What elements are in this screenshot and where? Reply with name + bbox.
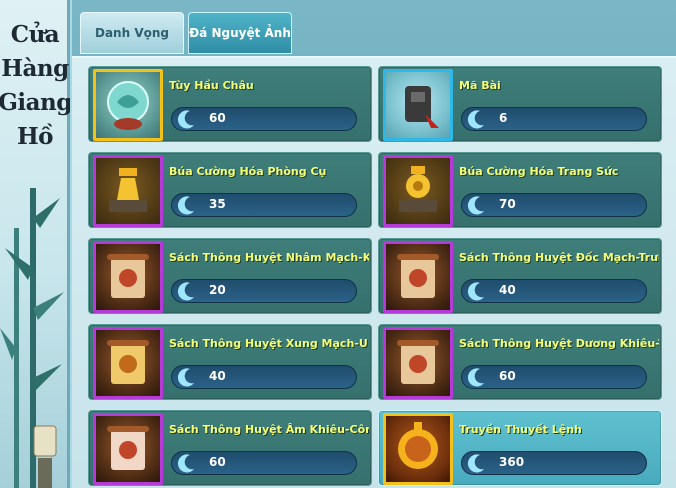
scroll-icon	[383, 241, 453, 313]
tassel-token-icon	[383, 69, 453, 141]
tab-da-nguyet-anh[interactable]: Đá Nguyệt Ảnh	[188, 12, 292, 54]
shop-item-card[interactable]: Tùy Hầu Châu 60	[88, 66, 372, 142]
item-price: 40	[499, 283, 516, 297]
jade-orb-icon	[93, 69, 163, 141]
shop-item-card[interactable]: Búa Cường Hóa Phòng Cụ 35	[88, 152, 372, 228]
item-name: Mã Bài	[459, 79, 501, 92]
item-price: 6	[499, 111, 508, 125]
scroll-icon	[93, 241, 163, 313]
item-name: Sách Thông Huyệt Xung Mạch-U Môn	[169, 337, 369, 350]
moon-stone-icon	[463, 191, 489, 219]
item-name: Sách Thông Huyệt Đốc Mạch-Trường C	[459, 251, 659, 264]
shop-item-card[interactable]: Búa Cường Hóa Trang Sức 70	[378, 152, 662, 228]
item-price: 35	[209, 197, 226, 211]
scroll-icon	[383, 327, 453, 399]
moon-stone-icon	[173, 191, 199, 219]
shop-title-line: Hàng	[1, 55, 69, 82]
shop-item-card[interactable]: Sách Thông Huyệt Xung Mạch-U Môn 40	[88, 324, 372, 400]
scroll-icon	[93, 327, 163, 399]
shop-item-card[interactable]: Sách Thông Huyệt Đốc Mạch-Trường C 40	[378, 238, 662, 314]
item-name: Sách Thông Huyệt Âm Khiêu-Công Tôn	[169, 423, 369, 436]
jewelry-enhance-hammer-icon	[383, 155, 453, 227]
tab-bar: Danh Vọng Đá Nguyệt Ảnh	[80, 12, 292, 56]
item-name: Sách Thông Huyệt Nhâm Mạch-Khúc C	[169, 251, 369, 264]
moon-stone-icon	[173, 363, 199, 391]
moon-stone-icon	[173, 105, 199, 133]
moon-stone-icon	[463, 449, 489, 477]
bamboo-decoration-icon	[0, 188, 64, 488]
shop-title-line: Hồ	[16, 123, 54, 150]
item-list-panel: Tùy Hầu Châu 60 Mã Bài 6 Búa Cường Hóa P…	[72, 56, 676, 488]
moon-stone-icon	[463, 363, 489, 391]
moon-stone-icon	[173, 277, 199, 305]
side-title-panel: Cửa Hàng Giang Hồ	[0, 0, 72, 488]
item-name: Búa Cường Hóa Phòng Cụ	[169, 165, 327, 178]
item-price: 40	[209, 369, 226, 383]
legend-token-icon	[383, 413, 453, 485]
shop-item-card[interactable]: Sách Thông Huyệt Dương Khiêu-Tình M 60	[378, 324, 662, 400]
item-name: Búa Cường Hóa Trang Sức	[459, 165, 619, 178]
item-price: 60	[499, 369, 516, 383]
shop-frame: Danh Vọng Đá Nguyệt Ảnh Tùy Hầu Châu 60 …	[70, 0, 676, 488]
shop-item-card[interactable]: Mã Bài 6	[378, 66, 662, 142]
item-name: Tùy Hầu Châu	[169, 79, 254, 92]
item-price: 60	[209, 455, 226, 469]
shop-title-line: Cửa	[10, 21, 60, 48]
tab-danh-vong[interactable]: Danh Vọng	[80, 12, 184, 54]
moon-stone-icon	[173, 449, 199, 477]
item-name: Truyền Thuyết Lệnh	[459, 423, 582, 436]
shop-title: Cửa Hàng Giang Hồ	[0, 18, 72, 154]
armor-enhance-hammer-icon	[93, 155, 163, 227]
item-price: 20	[209, 283, 226, 297]
item-price: 60	[209, 111, 226, 125]
shop-item-card[interactable]: Truyền Thuyết Lệnh 360	[378, 410, 662, 486]
moon-stone-icon	[463, 105, 489, 133]
item-price: 360	[499, 455, 525, 469]
moon-stone-icon	[463, 277, 489, 305]
item-price: 70	[499, 197, 516, 211]
shop-title-line: Giang	[0, 89, 72, 116]
shop-item-card[interactable]: Sách Thông Huyệt Nhâm Mạch-Khúc C 20	[88, 238, 372, 314]
item-name: Sách Thông Huyệt Dương Khiêu-Tình M	[459, 337, 659, 350]
shop-item-card[interactable]: Sách Thông Huyệt Âm Khiêu-Công Tôn 60	[88, 410, 372, 486]
scroll-icon	[93, 413, 163, 485]
